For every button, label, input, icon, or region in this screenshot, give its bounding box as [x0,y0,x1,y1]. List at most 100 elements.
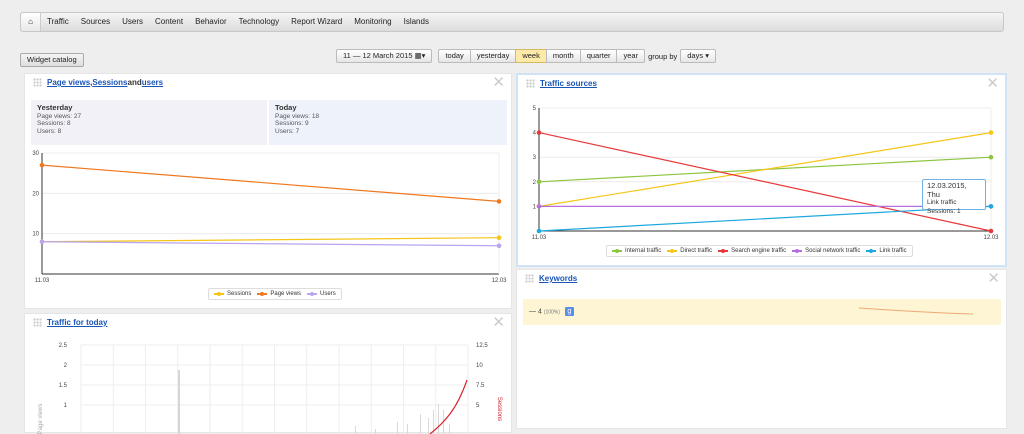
traffic-sources-legend: Internal traffic Direct traffic Search e… [606,245,913,257]
bar [407,424,408,434]
chart-tooltip: 12.03.2015, Thu Link traffic Sessions: 1 [922,179,986,215]
keywords-link[interactable]: Keywords [539,274,577,283]
tooltip-series: Link traffic [927,199,957,206]
x-tick-label: 12.03 [491,278,507,284]
y-tick-label: 10 [32,232,39,238]
date-range-label: 11 — 12 March 2015 [343,51,413,60]
period-switcher: today yesterday week month quarter year [438,49,646,63]
traffic-sources-widget: Traffic sources ✕ 5 4 3 2 1 11.03 12.03 Intern… [516,73,1007,267]
y-axis-label-right: Sessions [496,397,502,421]
pageviews-legend: Sessions Page views Users [208,288,342,300]
y-tick-label: 12.5 [476,343,488,349]
data-point [988,130,994,135]
nav-technology[interactable]: Technology [233,13,285,31]
series-line [41,164,500,202]
y-tick-label: 4 [533,131,537,137]
y-tick-label: 7.5 [476,383,485,389]
home-icon[interactable]: ⌂ [21,13,41,31]
legend-label: Direct traffic [680,248,713,254]
group-by-label: group by [648,51,678,61]
bar [449,424,450,434]
keyword-sparkline [858,307,974,315]
legend-item[interactable]: Users [307,291,336,297]
group-by-select[interactable]: days ▾ [680,49,716,63]
y-tick-label: 2 [64,363,68,369]
period-today[interactable]: today [438,49,471,63]
top-nav: ⌂ Traffic Sources Users Content Behavior… [20,12,1004,32]
data-point [988,154,994,160]
period-week[interactable]: week [515,49,547,63]
data-point [496,243,502,249]
legend-item[interactable]: Link traffic [866,248,907,254]
tooltip-date: 12.03.2015, Thu [927,181,967,199]
group-by-value: days [687,51,704,60]
period-yesterday[interactable]: yesterday [469,49,517,63]
y-tick-label: 1.5 [59,383,68,389]
bar [420,414,421,434]
bar [355,426,356,434]
nav-traffic[interactable]: Traffic [41,13,75,31]
y-tick-label: 2 [533,180,537,186]
chevron-down-icon: ▾ [705,51,709,60]
nav-monitoring[interactable]: Monitoring [348,13,397,31]
nav-report-wizard[interactable]: Report Wizard [285,13,348,31]
x-tick-label: 12.03 [983,235,999,241]
nav-content[interactable]: Content [149,13,189,31]
bar [375,429,376,434]
date-range-button[interactable]: 11 — 12 March 2015 ▦▾ [336,49,433,63]
data-point [496,199,502,204]
data-point [496,235,502,240]
legend-label: Search engine traffic [731,248,787,254]
legend-item[interactable]: Search engine traffic [718,248,786,254]
nav-sources[interactable]: Sources [75,13,116,31]
bar [397,422,398,434]
legend-label: Link traffic [879,248,907,254]
bar [178,370,180,434]
legend-item[interactable]: Page views [257,291,301,297]
y-axis-label-left: Page views [38,404,44,434]
bar [428,418,429,434]
data-point [39,239,45,245]
widget-catalog-button[interactable]: Widget catalog [20,53,84,67]
y-tick-label: 20 [32,191,39,197]
legend-item[interactable]: Social network traffic [792,248,860,254]
x-tick-label: 11.03 [532,235,547,241]
y-tick-label: 5 [476,403,480,409]
y-tick-label: 1 [533,204,537,210]
period-quarter[interactable]: quarter [579,49,618,63]
nav-users[interactable]: Users [116,13,149,31]
data-point [536,179,542,185]
period-month[interactable]: month [545,49,581,63]
nav-islands[interactable]: Islands [398,13,435,31]
series-line [538,205,992,232]
y-tick-label: 3 [533,155,537,161]
legend-item[interactable]: Sessions [214,291,251,297]
pageviews-widget: Page views, Sessions and users ✕ Yesterd… [24,73,512,309]
legend-label: Social network traffic [805,248,861,254]
nav-behavior[interactable]: Behavior [189,13,233,31]
legend-item[interactable]: Direct traffic [667,248,712,254]
period-year[interactable]: year [616,49,646,63]
traffic-sources-chart: 5 4 3 2 1 11.03 12.03 [532,106,999,241]
drag-handle-icon[interactable] [525,274,534,283]
legend-label: Internal traffic [625,248,662,254]
keyword-row[interactable]: — 4 (100%) g [523,299,1001,325]
keywords-title: Keywords [525,274,577,283]
legend-label: Users [320,291,336,297]
y-tick-label: 2.5 [59,343,68,349]
legend-label: Sessions [227,291,252,297]
data-point [39,162,45,168]
series-line [41,237,500,243]
legend-item[interactable]: Internal traffic [612,248,661,254]
data-point [988,228,994,234]
pageviews-chart: 30 20 10 11.03 12.03 [32,151,507,284]
y-tick-label: 10 [476,363,483,369]
data-point [536,228,542,234]
keywords-widget: Keywords ✕ — 4 (100%) g [516,269,1007,429]
bar [438,404,439,434]
y-tick-label: 30 [32,151,39,157]
close-icon[interactable]: ✕ [987,271,1000,286]
y-tick-label: 5 [533,106,537,112]
series-line [41,241,500,247]
x-tick-label: 11.03 [35,278,50,284]
